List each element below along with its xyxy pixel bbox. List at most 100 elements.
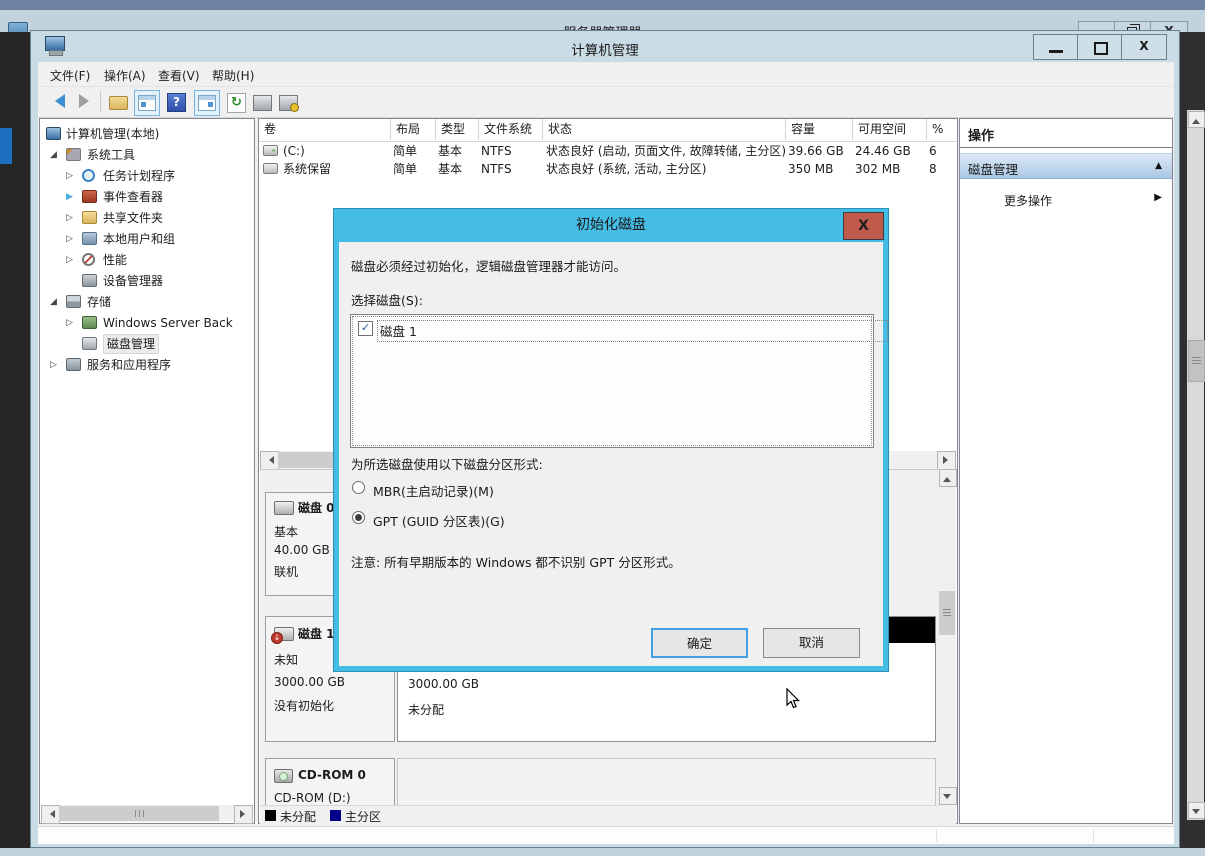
more-actions-item[interactable]: 更多操作 ▶ [960, 189, 1172, 211]
collapsed-arrow-icon[interactable]: ▷ [50, 355, 57, 375]
status-bar [38, 826, 1174, 844]
scroll-left-button[interactable] [41, 805, 60, 824]
collapse-section-icon[interactable]: ▲ [1155, 161, 1162, 171]
disk-management-icon [82, 337, 97, 350]
statusbar-divider [1093, 829, 1094, 842]
up-level-button[interactable] [106, 90, 130, 114]
maximize-icon [1094, 42, 1108, 55]
volume-table-header: 卷 布局 类型 文件系统 状态 容量 可用空间 % [259, 119, 957, 142]
volume-icon [263, 145, 278, 156]
collapsed-arrow-icon[interactable]: ▷ [66, 229, 73, 249]
dialog-titlebar[interactable]: 初始化磁盘 [334, 209, 888, 242]
windows-server-backup-icon [82, 316, 97, 329]
manage-computer-icon [279, 95, 298, 111]
scroll-down-icon [1192, 809, 1200, 818]
disk-view-vertical-scrollbar[interactable] [938, 469, 956, 805]
gpt-radio[interactable] [352, 511, 365, 524]
menu-file[interactable]: 文件(F) [46, 66, 94, 85]
cancel-button[interactable]: 取消 [763, 628, 860, 658]
scroll-down-button[interactable] [1188, 802, 1205, 819]
forward-icon [79, 94, 96, 108]
col-layout[interactable]: 布局 [391, 119, 436, 140]
scroll-up-button[interactable] [939, 469, 957, 487]
partition-style-label: 为所选磁盘使用以下磁盘分区形式: [351, 454, 543, 473]
scroll-up-icon [943, 473, 951, 482]
scroll-right-icon [943, 456, 952, 464]
actions-pane: 操作 磁盘管理 ▲ 更多操作 ▶ [959, 118, 1173, 824]
collapsed-arrow-icon[interactable]: ▷ [66, 250, 73, 270]
back-button[interactable] [46, 90, 70, 114]
ok-button[interactable]: 确定 [651, 628, 748, 658]
statusbar-divider [936, 829, 937, 842]
mbr-option[interactable]: MBR(主启动记录)(M) [339, 480, 883, 500]
disk1-checkbox[interactable]: ✓ [358, 321, 373, 336]
scroll-right-button[interactable] [937, 451, 956, 470]
menu-help[interactable]: 帮助(H) [208, 66, 258, 85]
console-tree-icon [138, 95, 156, 111]
toolbar: ? ↻ [38, 87, 1174, 118]
properties-button[interactable] [250, 90, 274, 114]
submenu-arrow-icon: ▶ [1154, 192, 1162, 203]
menu-action[interactable]: 操作(A) [100, 66, 150, 85]
collapsed-arrow-icon[interactable]: ▷ [66, 208, 73, 228]
cm-close-button[interactable]: X [1121, 34, 1167, 60]
volume-row-c[interactable]: (C:) 简单 基本 NTFS 状态良好 (启动, 页面文件, 故障转储, 主分… [259, 142, 957, 160]
forward-button[interactable] [72, 90, 96, 114]
device-manager-icon [82, 274, 97, 287]
disk-management-section-header[interactable]: 磁盘管理 ▲ [960, 153, 1172, 179]
server-manager-bottom-edge [0, 848, 1205, 856]
scrollbar-thumb[interactable] [59, 806, 219, 821]
refresh-button[interactable]: ↻ [224, 90, 248, 114]
scroll-down-button[interactable] [939, 787, 957, 805]
col-percent[interactable]: % [927, 119, 957, 140]
cm-maximize-button[interactable] [1077, 34, 1123, 60]
cm-minimize-button[interactable] [1033, 34, 1079, 60]
show-console-tree-button[interactable] [134, 90, 160, 116]
divider [960, 147, 1172, 148]
select-disk-label: 选择磁盘(S): [351, 290, 423, 309]
computer-icon [46, 127, 61, 140]
cm-titlebar[interactable]: 计算机管理 X [31, 31, 1179, 62]
col-filesystem[interactable]: 文件系统 [479, 119, 543, 140]
server-manager-scrollbar[interactable] [1187, 110, 1204, 820]
collapsed-arrow-icon[interactable]: ▷ [66, 313, 73, 333]
collapsed-arrow-icon[interactable]: ▶ [66, 187, 73, 207]
disk-list-box[interactable]: ✓ 磁盘 1 [350, 314, 874, 448]
console-tree-pane: 计算机管理(本地) ◢ 系统工具 ▷ 任务计划程序 ▶ 事件查看器 [39, 118, 255, 824]
gpt-option[interactable]: GPT (GUID 分区表)(G) [339, 510, 883, 530]
volume-row-system-reserved[interactable]: 系统保留 简单 基本 NTFS 状态良好 (系统, 活动, 主分区) 350 M… [259, 160, 957, 178]
refresh-icon: ↻ [227, 93, 246, 113]
screen: 服务器管理器 X 计算机管理 X 文件(F) [0, 0, 1205, 856]
col-free-space[interactable]: 可用空间 [853, 119, 927, 140]
top-window-edge [0, 0, 1205, 10]
actions-pane-title: 操作 [968, 125, 994, 144]
collapsed-arrow-icon[interactable]: ▷ [66, 166, 73, 186]
disk1-list-item[interactable]: 磁盘 1 [377, 320, 888, 342]
manage-computer-button[interactable] [276, 90, 300, 114]
col-type[interactable]: 类型 [436, 119, 479, 140]
system-tools-icon [66, 148, 81, 161]
col-capacity[interactable]: 容量 [786, 119, 853, 140]
dialog-close-button[interactable]: X [843, 212, 884, 240]
col-status[interactable]: 状态 [543, 119, 786, 140]
scroll-left-button[interactable] [260, 451, 279, 470]
menu-view[interactable]: 查看(V) [154, 66, 204, 85]
dialog-body: 磁盘必须经过初始化，逻辑磁盘管理器才能访问。 选择磁盘(S): ✓ 磁盘 1 为… [339, 242, 883, 666]
volume-icon [263, 163, 278, 174]
scroll-up-button[interactable] [1188, 111, 1205, 128]
legend-unallocated-swatch [265, 810, 276, 821]
show-action-pane-button[interactable] [194, 90, 220, 116]
scroll-right-button[interactable] [234, 805, 253, 824]
server-manager-nav-accent [0, 128, 12, 164]
expanded-arrow-icon[interactable]: ◢ [50, 292, 57, 312]
scrollbar-thumb[interactable] [939, 591, 955, 635]
help-button[interactable]: ? [164, 90, 188, 114]
check-icon: ✓ [361, 321, 370, 334]
tree-horizontal-scrollbar[interactable] [41, 805, 253, 822]
scrollbar-thumb[interactable] [1188, 340, 1205, 382]
mbr-radio[interactable] [352, 481, 365, 494]
col-volume[interactable]: 卷 [259, 119, 391, 140]
scroll-right-icon [240, 810, 249, 818]
performance-icon [82, 253, 95, 266]
expanded-arrow-icon[interactable]: ◢ [50, 145, 57, 165]
